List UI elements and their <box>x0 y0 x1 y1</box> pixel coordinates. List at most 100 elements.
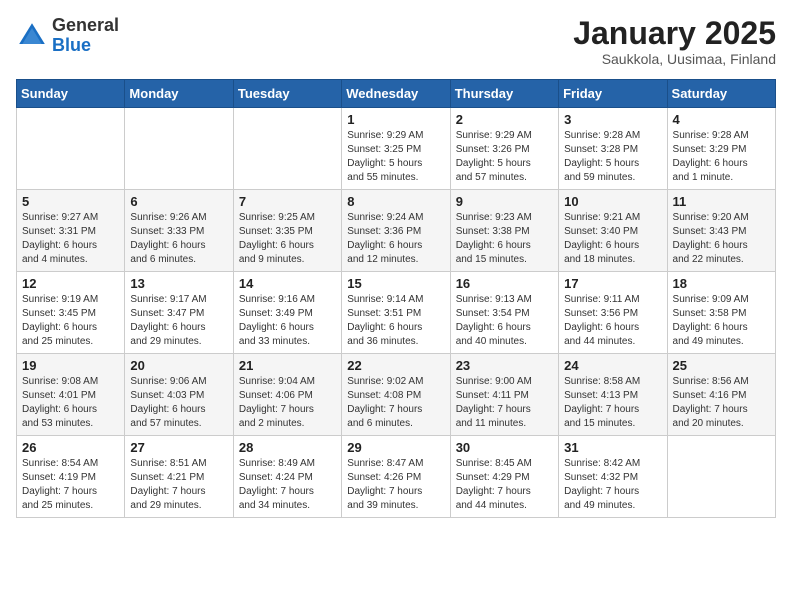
calendar-day-7: 7Sunrise: 9:25 AM Sunset: 3:35 PM Daylig… <box>233 190 341 272</box>
calendar-day-16: 16 Sunrise: 9:13 AM Sunset: 3:54 PM Dayli… <box>450 272 558 354</box>
day-info: Sunrise: 9:29 AM Sunset: 3:25 PM Dayligh… <box>347 129 444 185</box>
calendar-day-21: 21 Sunrise: 9:04 AM Sunset: 4:06 PM Dayli… <box>233 354 341 436</box>
calendar-day-9: 9 Sunrise: 9:23 AM Sunset: 3:38 PM Daylig… <box>450 190 558 272</box>
day-info: Sunrise: 9:28 AM Sunset: 3:28 PM Dayligh… <box>564 129 661 185</box>
day-number: 3 <box>564 112 661 127</box>
day-number: 17 <box>564 276 661 291</box>
day-number: 18 <box>673 276 770 291</box>
day-info: Sunrise: 8:45 AM Sunset: 4:29 PM Dayligh… <box>456 457 553 513</box>
day-number: 28 <box>239 440 336 455</box>
day-number: 20 <box>130 358 227 373</box>
day-info: Sunrise: 9:19 AM Sunset: 3:45 PM Dayligh… <box>22 293 119 349</box>
empty-day-cell <box>17 108 125 190</box>
page-header: General Blue January 2025 Saukkola, Uusi… <box>16 16 776 67</box>
calendar-day-14: 14 Sunrise: 9:16 AM Sunset: 3:49 PM Dayli… <box>233 272 341 354</box>
day-info: Sunrise: 9:13 AM Sunset: 3:54 PM Dayligh… <box>456 293 553 349</box>
calendar-day-10: 10Sunrise: 9:21 AM Sunset: 3:40 PM Dayli… <box>559 190 667 272</box>
location-subtitle: Saukkola, Uusimaa, Finland <box>573 51 776 67</box>
empty-day-cell <box>233 108 341 190</box>
calendar-day-31: 31 Sunrise: 8:42 AM Sunset: 4:32 PM Dayli… <box>559 436 667 518</box>
day-info: Sunrise: 9:24 AM Sunset: 3:36 PM Dayligh… <box>347 211 444 267</box>
day-number: 1 <box>347 112 444 127</box>
day-info: Sunrise: 9:02 AM Sunset: 4:08 PM Dayligh… <box>347 375 444 431</box>
day-info: Sunrise: 9:23 AM Sunset: 3:38 PM Dayligh… <box>456 211 553 267</box>
calendar-day-23: 23 Sunrise: 9:00 AM Sunset: 4:11 PM Dayli… <box>450 354 558 436</box>
day-number: 6 <box>130 194 227 209</box>
calendar-day-17: 17Sunrise: 9:11 AM Sunset: 3:56 PM Dayli… <box>559 272 667 354</box>
title-block: January 2025 Saukkola, Uusimaa, Finland <box>573 16 776 67</box>
calendar-week-1: 1 Sunrise: 9:29 AM Sunset: 3:25 PM Daylig… <box>17 108 776 190</box>
calendar-week-5: 26 Sunrise: 8:54 AM Sunset: 4:19 PM Dayli… <box>17 436 776 518</box>
day-info: Sunrise: 8:51 AM Sunset: 4:21 PM Dayligh… <box>130 457 227 513</box>
day-info: Sunrise: 8:49 AM Sunset: 4:24 PM Dayligh… <box>239 457 336 513</box>
calendar-day-29: 29 Sunrise: 8:47 AM Sunset: 4:26 PM Dayli… <box>342 436 450 518</box>
logo: General Blue <box>16 16 119 56</box>
day-number: 10 <box>564 194 661 209</box>
weekday-header-thursday: Thursday <box>450 80 558 108</box>
weekday-header-sunday: Sunday <box>17 80 125 108</box>
day-info: Sunrise: 8:47 AM Sunset: 4:26 PM Dayligh… <box>347 457 444 513</box>
calendar-week-4: 19Sunrise: 9:08 AM Sunset: 4:01 PM Dayli… <box>17 354 776 436</box>
day-info: Sunrise: 9:00 AM Sunset: 4:11 PM Dayligh… <box>456 375 553 431</box>
day-number: 12 <box>22 276 119 291</box>
day-number: 21 <box>239 358 336 373</box>
calendar-day-22: 22Sunrise: 9:02 AM Sunset: 4:08 PM Dayli… <box>342 354 450 436</box>
calendar-day-30: 30 Sunrise: 8:45 AM Sunset: 4:29 PM Dayli… <box>450 436 558 518</box>
calendar-day-18: 18Sunrise: 9:09 AM Sunset: 3:58 PM Dayli… <box>667 272 775 354</box>
day-number: 5 <box>22 194 119 209</box>
day-number: 30 <box>456 440 553 455</box>
day-number: 26 <box>22 440 119 455</box>
day-info: Sunrise: 9:16 AM Sunset: 3:49 PM Dayligh… <box>239 293 336 349</box>
calendar-day-2: 2Sunrise: 9:29 AM Sunset: 3:26 PM Daylig… <box>450 108 558 190</box>
day-number: 16 <box>456 276 553 291</box>
day-number: 23 <box>456 358 553 373</box>
calendar-day-13: 13 Sunrise: 9:17 AM Sunset: 3:47 PM Dayli… <box>125 272 233 354</box>
calendar-day-24: 24Sunrise: 8:58 AM Sunset: 4:13 PM Dayli… <box>559 354 667 436</box>
day-info: Sunrise: 9:28 AM Sunset: 3:29 PM Dayligh… <box>673 129 770 185</box>
day-number: 29 <box>347 440 444 455</box>
day-number: 7 <box>239 194 336 209</box>
calendar-day-20: 20 Sunrise: 9:06 AM Sunset: 4:03 PM Dayli… <box>125 354 233 436</box>
empty-day-cell <box>667 436 775 518</box>
calendar-table: SundayMondayTuesdayWednesdayThursdayFrid… <box>16 79 776 518</box>
calendar-day-15: 15Sunrise: 9:14 AM Sunset: 3:51 PM Dayli… <box>342 272 450 354</box>
weekday-header-tuesday: Tuesday <box>233 80 341 108</box>
calendar-day-8: 8 Sunrise: 9:24 AM Sunset: 3:36 PM Daylig… <box>342 190 450 272</box>
day-number: 19 <box>22 358 119 373</box>
day-number: 25 <box>673 358 770 373</box>
day-number: 9 <box>456 194 553 209</box>
empty-day-cell <box>125 108 233 190</box>
day-number: 13 <box>130 276 227 291</box>
calendar-day-26: 26 Sunrise: 8:54 AM Sunset: 4:19 PM Dayli… <box>17 436 125 518</box>
day-info: Sunrise: 9:20 AM Sunset: 3:43 PM Dayligh… <box>673 211 770 267</box>
day-number: 24 <box>564 358 661 373</box>
day-info: Sunrise: 9:17 AM Sunset: 3:47 PM Dayligh… <box>130 293 227 349</box>
calendar-day-19: 19Sunrise: 9:08 AM Sunset: 4:01 PM Dayli… <box>17 354 125 436</box>
day-number: 31 <box>564 440 661 455</box>
day-info: Sunrise: 8:42 AM Sunset: 4:32 PM Dayligh… <box>564 457 661 513</box>
day-info: Sunrise: 9:27 AM Sunset: 3:31 PM Dayligh… <box>22 211 119 267</box>
calendar-week-3: 12 Sunrise: 9:19 AM Sunset: 3:45 PM Dayli… <box>17 272 776 354</box>
day-info: Sunrise: 9:14 AM Sunset: 3:51 PM Dayligh… <box>347 293 444 349</box>
weekday-header-wednesday: Wednesday <box>342 80 450 108</box>
day-number: 14 <box>239 276 336 291</box>
day-info: Sunrise: 8:56 AM Sunset: 4:16 PM Dayligh… <box>673 375 770 431</box>
calendar-day-3: 3 Sunrise: 9:28 AM Sunset: 3:28 PM Daylig… <box>559 108 667 190</box>
day-info: Sunrise: 9:29 AM Sunset: 3:26 PM Dayligh… <box>456 129 553 185</box>
calendar-day-11: 11 Sunrise: 9:20 AM Sunset: 3:43 PM Dayli… <box>667 190 775 272</box>
day-number: 4 <box>673 112 770 127</box>
weekday-header-friday: Friday <box>559 80 667 108</box>
day-number: 27 <box>130 440 227 455</box>
calendar-week-2: 5 Sunrise: 9:27 AM Sunset: 3:31 PM Daylig… <box>17 190 776 272</box>
weekday-header-monday: Monday <box>125 80 233 108</box>
day-info: Sunrise: 9:06 AM Sunset: 4:03 PM Dayligh… <box>130 375 227 431</box>
day-info: Sunrise: 8:54 AM Sunset: 4:19 PM Dayligh… <box>22 457 119 513</box>
day-info: Sunrise: 9:04 AM Sunset: 4:06 PM Dayligh… <box>239 375 336 431</box>
calendar-day-28: 28 Sunrise: 8:49 AM Sunset: 4:24 PM Dayli… <box>233 436 341 518</box>
day-info: Sunrise: 9:26 AM Sunset: 3:33 PM Dayligh… <box>130 211 227 267</box>
weekday-header-row: SundayMondayTuesdayWednesdayThursdayFrid… <box>17 80 776 108</box>
day-number: 8 <box>347 194 444 209</box>
logo-text: General Blue <box>52 16 119 56</box>
logo-general: General <box>52 15 119 35</box>
day-number: 11 <box>673 194 770 209</box>
